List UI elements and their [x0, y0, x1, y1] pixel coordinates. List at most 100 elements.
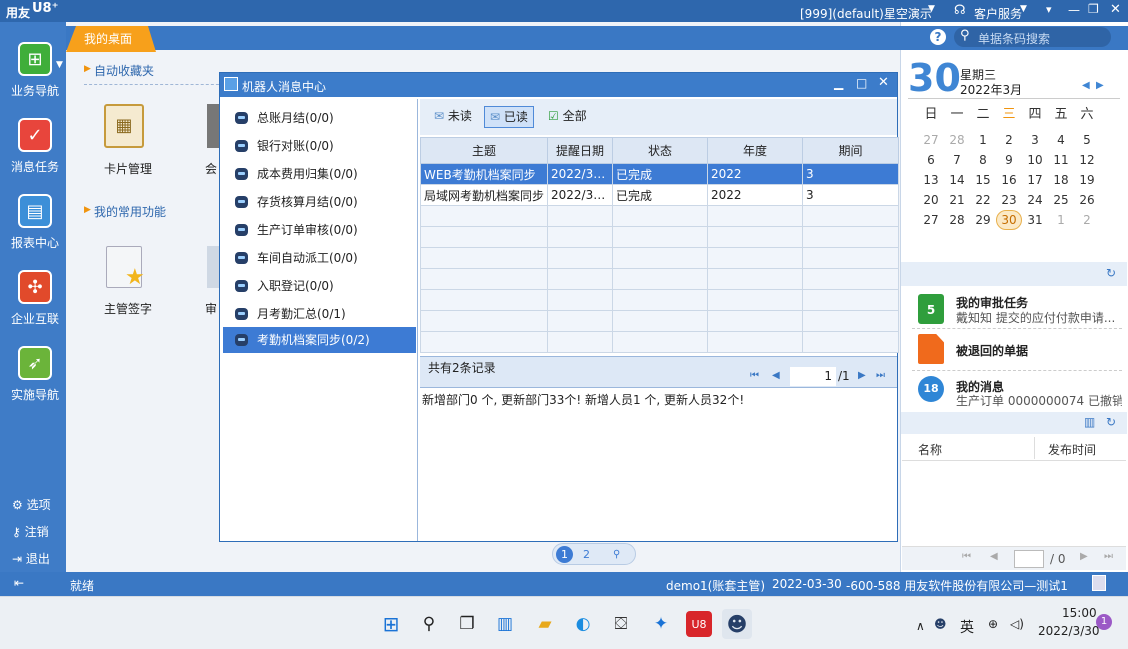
account-label[interactable]: [999](default)星空演示 [800, 5, 932, 22]
prev-page-icon[interactable]: ◀ [772, 370, 780, 381]
minimize-icon[interactable]: — [1068, 3, 1080, 17]
calendar-day-cell[interactable]: 21 [944, 190, 970, 210]
table-row[interactable]: WEB考勤机档案同步 2022/3/3... 已完成 2022 3 [420, 163, 899, 185]
menu-item-selected[interactable]: 考勤机档案同步(0/2) [223, 327, 416, 353]
calendar-day-cell[interactable]: 7 [944, 150, 970, 170]
calendar-day-cell[interactable]: 9 [996, 150, 1022, 170]
book-icon[interactable]: ▥ [1084, 415, 1095, 429]
dialog-maximize-icon[interactable]: □ [856, 76, 867, 90]
next-page-icon[interactable]: ▶ [858, 370, 866, 381]
calendar-day-cell[interactable]: 2 [1074, 210, 1100, 230]
cube-app-icon[interactable]: ✦ [646, 609, 676, 639]
refresh-icon[interactable]: ↻ [1106, 415, 1116, 429]
customer-service-button[interactable]: 客户服务 [974, 5, 1022, 22]
column-header[interactable]: 期间 [802, 137, 899, 164]
calendar-day-cell[interactable]: 20 [918, 190, 944, 210]
calendar-day-cell[interactable]: 1 [970, 130, 996, 150]
page-dot-active[interactable]: 1 [556, 546, 573, 563]
calendar-day-cell[interactable]: 2 [996, 130, 1022, 150]
calendar-day-cell[interactable]: 16 [996, 170, 1022, 190]
calendar-day-cell[interactable]: 6 [918, 150, 944, 170]
truncated-app-label[interactable]: 会 [205, 160, 217, 177]
calendar-day-cell[interactable]: 22 [970, 190, 996, 210]
truncated-app2-label[interactable]: 审 [205, 300, 217, 317]
calendar-day-cell[interactable]: 5 [1074, 130, 1100, 150]
filter-all-button[interactable]: ☑ 全部 [544, 107, 591, 127]
calendar-day-cell[interactable]: 28 [944, 210, 970, 230]
robot-app-icon[interactable]: ☻ [722, 609, 752, 639]
calendar-day-cell[interactable]: 28 [944, 130, 970, 150]
nav-implement[interactable]: ➶ 实施导航 [6, 346, 64, 416]
calendar-day-cell[interactable]: 11 [1048, 150, 1074, 170]
calendar-day-cell[interactable]: 4 [1048, 130, 1074, 150]
calendar-day-cell[interactable]: 19 [1074, 170, 1100, 190]
msg-page-input[interactable] [1014, 550, 1044, 568]
prev-month-icon[interactable]: ◀ [1082, 80, 1090, 91]
last-page-icon[interactable]: ⏭ [1104, 551, 1113, 562]
nav-business[interactable]: ⊞ 业务导航 [6, 42, 64, 112]
store-icon[interactable]: ⛋ [606, 609, 636, 639]
approval-task-sub[interactable]: 戴知知 提交的应付付款申请... [956, 309, 1122, 326]
tab-my-desktop[interactable]: 我的桌面 [66, 26, 156, 52]
dialog-close-icon[interactable]: ✕ [878, 75, 889, 90]
calendar-day-cell[interactable]: 17 [1022, 170, 1048, 190]
next-month-icon[interactable]: ▶ [1096, 80, 1104, 91]
taskbar-time[interactable]: 15:00 [1062, 606, 1097, 620]
calendar-day-cell[interactable]: 25 [1048, 190, 1074, 210]
favorites-title[interactable]: 自动收藏夹 [94, 62, 154, 79]
truncated-app-icon[interactable] [207, 104, 219, 148]
logout-button[interactable]: ⚷ 注销 [12, 523, 49, 540]
first-page-icon[interactable]: ⏮ [750, 370, 759, 381]
calendar-day-cell[interactable]: 18 [1048, 170, 1074, 190]
filter-unread-button[interactable]: ✉ 未读 [430, 107, 476, 127]
menu-item[interactable]: 银行对账(0/0) [223, 133, 416, 159]
nav-message-task[interactable]: ✓ 消息任务 [6, 118, 64, 188]
supervisor-sign-icon[interactable]: ★ [106, 246, 145, 290]
supervisor-sign-label[interactable]: 主管签字 [104, 300, 152, 317]
dialog-title-bar[interactable]: 机器人消息中心 ▁ □ ✕ [220, 73, 897, 97]
tray-expand-icon[interactable]: ∧ [916, 619, 925, 633]
settings-dropdown-icon[interactable]: ▾ [1046, 3, 1052, 16]
nav-report-center[interactable]: ▤ 报表中心 [6, 194, 64, 264]
ime-indicator[interactable]: 英 [960, 617, 974, 637]
page-search-icon[interactable]: ⚲ [613, 546, 631, 563]
menu-item[interactable]: 存货核算月结(0/0) [223, 189, 416, 215]
notification-badge[interactable]: 1 [1096, 614, 1112, 630]
search-icon[interactable]: ⚲ [414, 609, 444, 639]
column-header[interactable]: 提醒日期 [547, 137, 613, 164]
menu-item[interactable]: 成本费用归集(0/0) [223, 161, 416, 187]
column-header[interactable]: 年度 [707, 137, 803, 164]
menu-item[interactable]: 总账月结(0/0) [223, 105, 416, 131]
calendar-day-cell[interactable]: 14 [944, 170, 970, 190]
widgets-icon[interactable]: ▥ [490, 609, 520, 639]
calendar-day-cell[interactable]: 29 [970, 210, 996, 230]
table-row[interactable]: 局域网考勤机档案同步 2022/3/3... 已完成 2022 3 [420, 184, 899, 206]
prev-page-icon[interactable]: ◀ [990, 551, 998, 562]
menu-item[interactable]: 入职登记(0/0) [223, 273, 416, 299]
edge-icon[interactable]: ◐ [568, 609, 598, 639]
dialog-minimize-icon[interactable]: ▁ [834, 76, 843, 90]
start-icon[interactable]: ⊞ [376, 609, 406, 639]
service-dropdown-icon[interactable]: ▼ [1020, 4, 1027, 14]
returned-docs-title[interactable]: 被退回的单据 [956, 342, 1028, 359]
card-management-icon[interactable]: ▦ [104, 104, 144, 148]
next-page-icon[interactable]: ▶ [1080, 551, 1088, 562]
options-button[interactable]: ⚙ 选项 [12, 496, 51, 513]
menu-item[interactable]: 月考勤汇总(0/1) [223, 301, 416, 327]
exit-button[interactable]: ⇥ 退出 [12, 550, 50, 567]
account-dropdown-icon[interactable]: ▼ [928, 4, 935, 14]
first-page-icon[interactable]: ⏮ [962, 551, 971, 562]
file-explorer-icon[interactable]: ▰ [530, 609, 560, 639]
calendar-day-cell[interactable]: 24 [1022, 190, 1048, 210]
calendar-day-cell[interactable]: 26 [1074, 190, 1100, 210]
calendar-day-cell[interactable]: 12 [1074, 150, 1100, 170]
help-icon[interactable]: ? [930, 29, 946, 45]
volume-icon[interactable]: ◁) [1010, 617, 1024, 631]
close-icon[interactable]: ✕ [1110, 2, 1121, 17]
tray-robot-icon[interactable]: ☻ [934, 617, 947, 631]
column-header[interactable]: 状态 [612, 137, 708, 164]
taskbar-date[interactable]: 2022/3/30 [1038, 624, 1100, 638]
calendar-day-cell[interactable]: 15 [970, 170, 996, 190]
my-messages-sub[interactable]: 生产订单 0000000074 已撤销 [956, 392, 1122, 409]
search-input[interactable]: ⚲ 单据条码搜索 [954, 27, 1111, 47]
